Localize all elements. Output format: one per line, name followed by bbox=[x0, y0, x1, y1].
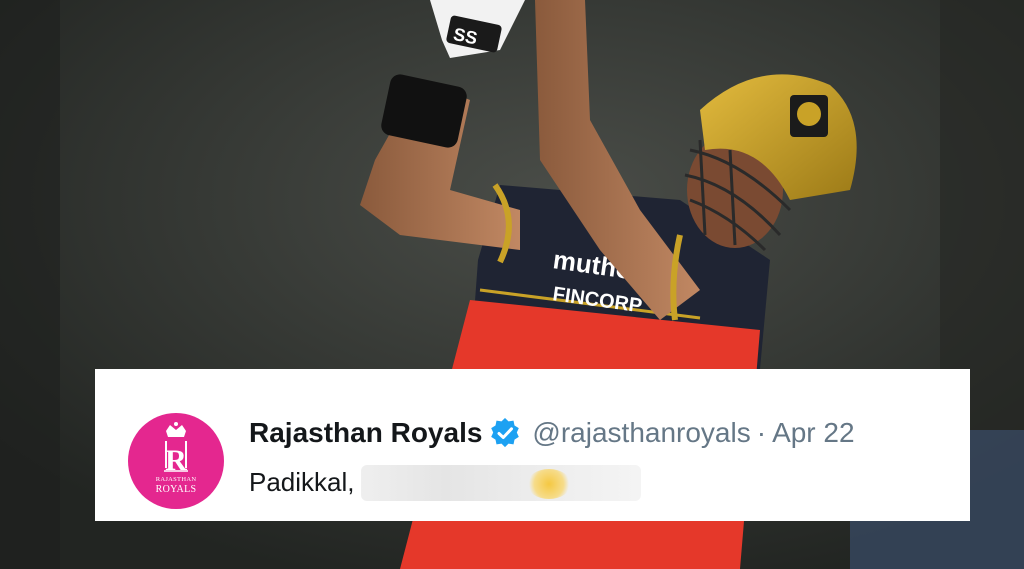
blurred-text-redaction bbox=[359, 460, 644, 504]
blur-smear bbox=[360, 465, 641, 501]
tweet-text: Padikkal, bbox=[249, 466, 355, 497]
user-handle[interactable]: @rajasthanroyals bbox=[532, 417, 750, 449]
avatar[interactable]: R RAJASTHAN ROYALS bbox=[128, 413, 224, 509]
avatar-label-line1: RAJASTHAN bbox=[155, 476, 197, 483]
svg-text:R: R bbox=[165, 444, 187, 477]
tweet-card: R RAJASTHAN ROYALS Rajasthan Royals @raj… bbox=[95, 369, 970, 521]
tweet-header: Rajasthan Royals @rajasthanroyals · Apr … bbox=[249, 414, 855, 452]
blurred-emoji-icon bbox=[526, 469, 571, 499]
verified-badge-icon bbox=[491, 418, 520, 448]
header-separator: · bbox=[756, 417, 767, 448]
display-name[interactable]: Rajasthan Royals bbox=[249, 417, 482, 449]
tweet-body: Padikkal, bbox=[249, 463, 644, 501]
tweet-date[interactable]: Apr 22 bbox=[772, 417, 855, 449]
avatar-label-line2: ROYALS bbox=[155, 484, 197, 495]
